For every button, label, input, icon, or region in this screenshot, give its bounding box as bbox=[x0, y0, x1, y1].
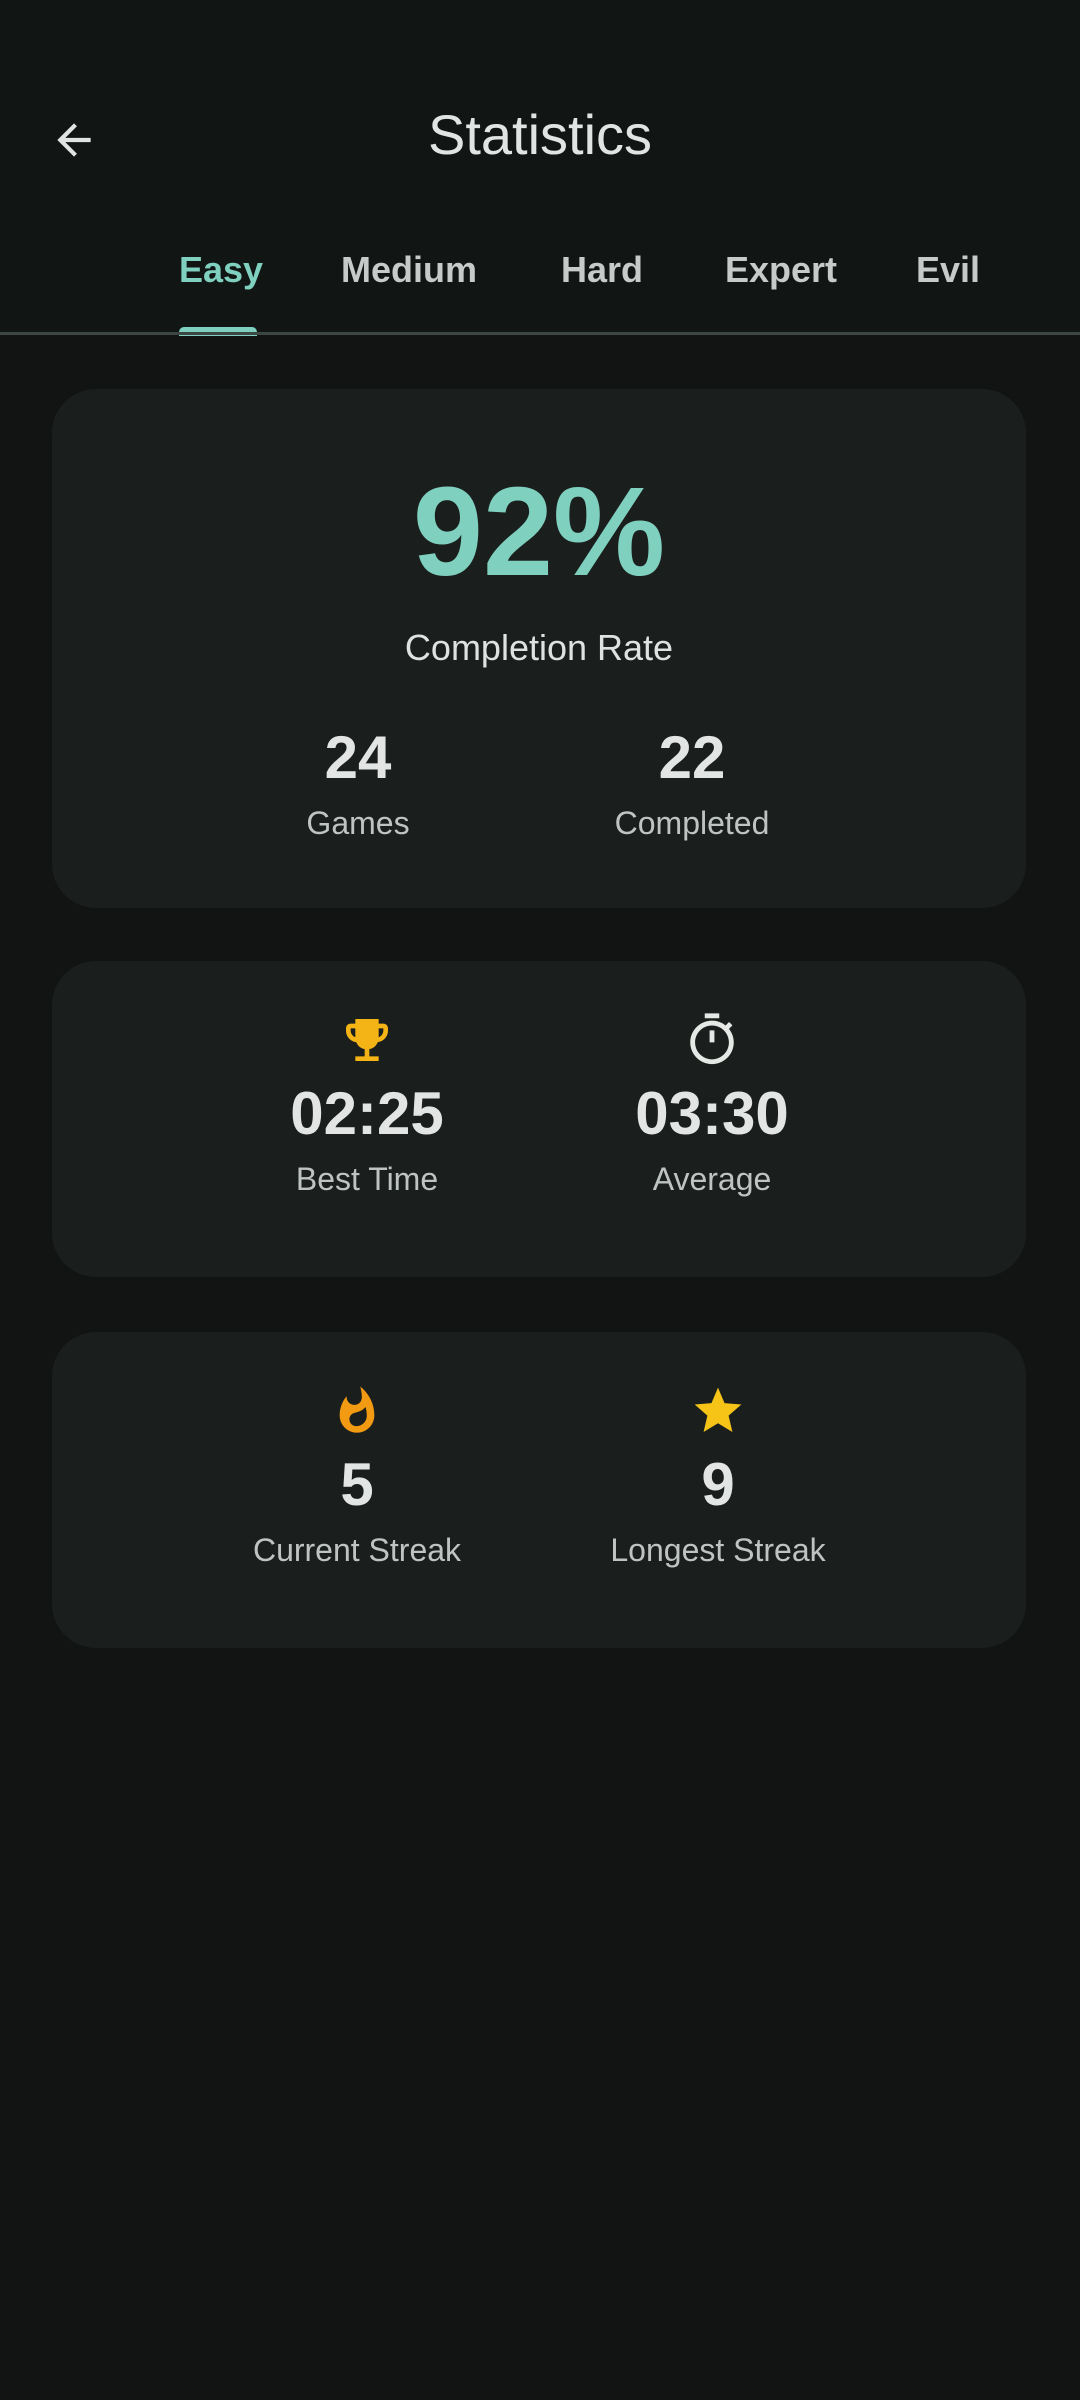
current-streak-stat: 5 Current Streak bbox=[197, 1380, 517, 1572]
tab-evil[interactable]: Evil bbox=[916, 240, 980, 300]
average-time-stat: 03:30 Average bbox=[552, 1009, 872, 1201]
current-streak-label: Current Streak bbox=[252, 1532, 462, 1568]
games-stat: 24 Games bbox=[198, 721, 518, 845]
completion-rate-label: Completion Rate bbox=[404, 627, 674, 668]
longest-streak-value: 9 bbox=[701, 1451, 735, 1518]
star-icon bbox=[694, 1387, 742, 1432]
tab-divider bbox=[0, 332, 1080, 335]
tab-hard[interactable]: Hard bbox=[561, 240, 643, 300]
tab-easy[interactable]: Easy bbox=[179, 240, 263, 300]
best-time-label: Best Time bbox=[295, 1161, 439, 1197]
completed-stat: 22 Completed bbox=[532, 721, 852, 845]
games-label: Games bbox=[306, 805, 410, 841]
page-title: Statistics bbox=[427, 103, 653, 166]
completed-value: 22 bbox=[658, 724, 726, 791]
completion-rate-value: 92% bbox=[412, 461, 666, 602]
average-time-label: Average bbox=[652, 1161, 772, 1197]
streaks-card: 5 Current Streak 9 Longest Streak bbox=[52, 1332, 1026, 1648]
app-bar: Statistics Easy Medium Hard Expert Evil bbox=[0, 0, 1080, 336]
best-time-stat: 02:25 Best Time bbox=[207, 1009, 527, 1201]
tab-expert[interactable]: Expert bbox=[725, 240, 837, 300]
completion-card: 92% Completion Rate 24 Games 22 Complete… bbox=[52, 389, 1026, 908]
stopwatch-icon bbox=[690, 1013, 734, 1065]
average-time-value: 03:30 bbox=[635, 1080, 789, 1147]
longest-streak-label: Longest Streak bbox=[610, 1532, 826, 1568]
flame-icon bbox=[339, 1386, 375, 1433]
times-card: 02:25 Best Time 03:30 Average bbox=[52, 961, 1026, 1277]
current-streak-value: 5 bbox=[340, 1451, 374, 1518]
completed-label: Completed bbox=[614, 805, 770, 841]
longest-streak-stat: 9 Longest Streak bbox=[558, 1380, 878, 1572]
best-time-value: 02:25 bbox=[290, 1080, 444, 1147]
tab-medium[interactable]: Medium bbox=[341, 240, 477, 300]
games-value: 24 bbox=[324, 724, 392, 791]
trophy-icon bbox=[346, 1019, 388, 1061]
